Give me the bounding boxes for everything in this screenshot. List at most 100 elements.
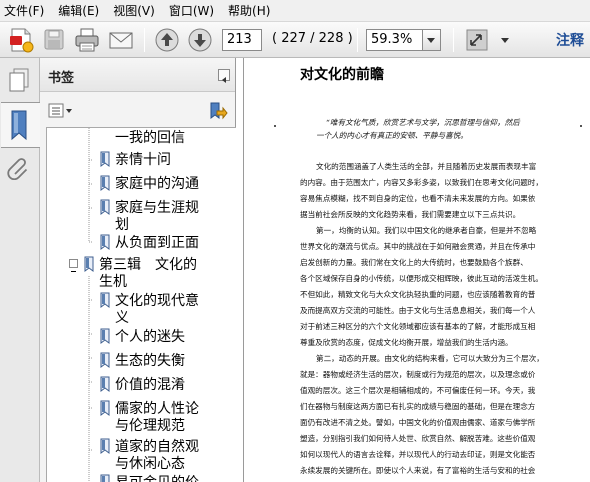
body-text-line: 不但如此，精致文化与大众文化执轻执重的问题，也应该随着教育的普	[300, 290, 536, 299]
page-number-input[interactable]: 213	[222, 29, 262, 51]
body-text-line: 如何以现代人的语言去诠释，并以现代人的行动去印证，则是文化能否	[300, 450, 536, 459]
bookmark-icon	[100, 199, 110, 215]
bookmark-icon	[100, 438, 110, 454]
body-text-line: 值观的层次。这三个层次是相辅相成的，不可偏废任何一环。今天，我	[300, 386, 536, 395]
body-text-line: 第二，动态的开展。由文化的结构来看，它可以大致分为三个层次，	[316, 354, 544, 363]
bookmark-item-label[interactable]: 生态的失衡	[115, 352, 185, 370]
body-text-line: 的内容。由于范围太广，内容又多彩多姿，以致我们在思考文化问题时，	[300, 178, 543, 187]
expand-bookmark-button[interactable]	[206, 101, 228, 121]
bookmark-icon	[100, 292, 110, 308]
bookmark-item-label-cont[interactable]: 义	[115, 309, 129, 327]
body-text-line: 各个区域保存自身的小传统，以便形成交相辉映，彼此互动的活泼生机。	[300, 274, 543, 283]
epigraph-line: 一个人的内心才有真正的安顿、平静与喜悦。	[316, 131, 468, 140]
bookmark-icon	[100, 175, 110, 191]
collapse-toggle[interactable]	[69, 259, 78, 272]
bookmark-icon	[100, 376, 110, 392]
bookmark-item-label-cont[interactable]: 划	[115, 216, 129, 234]
bookmark-item-label[interactable]: 家庭中的沟通	[115, 175, 199, 193]
menu-window[interactable]: 窗口(W)	[169, 2, 214, 19]
body-text-line: 就是：器物或经济生活的层次，制度或行为规范的层次，以及理念或价	[300, 370, 536, 379]
save-disk-icon	[44, 29, 64, 50]
bookmark-section-label[interactable]: 第三辑 文化的	[99, 256, 197, 274]
body-text-line: 启发创新的力量。我们常在文化上的大传统时，也要鼓励各个族群、	[300, 258, 528, 267]
envelope-icon	[109, 32, 133, 49]
body-text-line: 及而提高双方交流的可能性。由于文化与生活息息相关，我们每一个人	[300, 306, 536, 315]
chevron-left-icon	[222, 77, 226, 83]
bookmark-item-label[interactable]: 价值的混淆	[115, 376, 185, 394]
toolbar-separator	[357, 28, 358, 52]
bookmark-arrow-icon	[210, 102, 228, 120]
pdf-reader-window: 文件(F) 编辑(E) 视图(V) 窗口(W) 帮助(H) 213 (227 …	[0, 0, 590, 482]
menu-file[interactable]: 文件(F)	[4, 2, 44, 19]
bookmarks-panel-title: 书签	[48, 71, 75, 86]
next-page-button[interactable]	[186, 26, 214, 54]
save-button[interactable]	[40, 26, 68, 54]
document-view[interactable]: 对文化的前瞻 “唯有文化气质，欣赏艺术与文学，沉思哲理与信仰，然后 一个人的内心…	[236, 58, 590, 482]
chevron-down-icon	[427, 38, 435, 43]
body-text-line: 们在器物与制度这两方面已有扎实的成绩与稳固的基础，但是在理念方	[300, 402, 536, 411]
attachments-panel-button[interactable]	[6, 154, 32, 181]
toolbar-more-button[interactable]	[498, 26, 512, 54]
toolbar-separator	[144, 28, 145, 52]
zoom-dropdown-button[interactable]	[423, 29, 441, 51]
ornament-dot	[580, 125, 582, 127]
ornament-dot	[274, 125, 276, 127]
body-text-line: 面仍有改进不清之处。譬如，中国文化的价值观由儒家、道家与佛学所	[300, 418, 536, 427]
bookmark-item-label[interactable]: 道家的自然观	[115, 438, 199, 456]
fit-arrows-icon	[466, 29, 488, 51]
arrow-down-circle-icon	[188, 28, 212, 52]
menu-view[interactable]: 视图(V)	[113, 2, 155, 19]
email-button[interactable]	[106, 26, 136, 54]
menu-edit[interactable]: 编辑(E)	[58, 2, 99, 19]
bookmarks-panel-header: 书签	[40, 58, 235, 92]
body-text-line: 塑造，分别指引我们如何待人处世、欣赏自然、解脱苦难。这些价值观	[300, 434, 536, 443]
bookmark-icon	[100, 474, 110, 482]
bookmark-icon	[100, 328, 110, 344]
body-text-line: 永续发展的关键所在。即使以个人来说，有了富裕的生活与安和的社会	[300, 466, 536, 475]
bookmark-icon	[100, 352, 110, 368]
bookmark-icon	[84, 256, 94, 272]
pages-panel-button[interactable]	[6, 66, 32, 94]
bookmark-item-label[interactable]: 从负面到正面	[115, 234, 199, 252]
navigation-strip	[0, 58, 40, 482]
comment-tab[interactable]: 注释	[556, 30, 584, 50]
print-button[interactable]	[72, 26, 102, 54]
paperclip-icon	[7, 158, 28, 181]
body-text-line: 世界文化的潮流与优点。其中的挑战在于如何融会贯通，并且在传承中	[300, 242, 536, 251]
toolbar: 213 ( 227 / 228 ) 59.3% 注释	[0, 22, 590, 58]
arrow-up-circle-icon	[155, 28, 179, 52]
bookmark-options-button[interactable]	[48, 102, 74, 120]
bookmark-tree: 一我的回信 亲情十问 家庭中的沟通 家庭与生涯规 划 从负面到正面 第三辑 文化…	[46, 127, 236, 482]
options-list-icon	[48, 103, 72, 118]
document-page: 对文化的前瞻 “唯有文化气质，欣赏艺术与文学，沉思哲理与信仰，然后 一个人的内心…	[243, 58, 590, 482]
previous-page-button[interactable]	[153, 26, 181, 54]
bookmarks-panel-button[interactable]	[1, 102, 40, 148]
bookmark-section-label-cont[interactable]: 生机	[99, 273, 127, 291]
bookmark-icon	[100, 234, 110, 250]
bookmark-item-label[interactable]: 儒家的人性论	[115, 400, 199, 418]
bookmark-item-label-cont[interactable]: 与伦理规范	[115, 417, 185, 435]
bookmark-item-label[interactable]: 亲情十问	[115, 151, 171, 169]
bookmark-item-label[interactable]: 个人的迷失	[115, 328, 185, 346]
bookmarks-panel: 书签 一我的回信 亲情十问 家庭中的沟通 家庭与生涯规 划 从负面到正面 第三辑…	[40, 58, 236, 482]
zoom-level-input[interactable]: 59.3%	[366, 29, 423, 51]
bookmark-item-label-cont[interactable]: 与休闲心态	[115, 455, 185, 473]
caret-down-icon	[501, 38, 509, 43]
epigraph-line: “唯有文化气质，欣赏艺术与文学，沉思哲理与信仰，然后	[326, 118, 520, 127]
bookmark-item-label[interactable]: 文化的现代意	[115, 292, 199, 310]
body-text-line: 第一，均衡的认知。我们以中国文化的继承者自豪，但是并不忽略	[316, 226, 537, 235]
collapse-panel-button[interactable]	[218, 69, 230, 83]
bookmark-ribbon-icon	[11, 110, 27, 141]
bookmark-item-label[interactable]: 家庭与生涯规	[115, 199, 199, 217]
create-pdf-button[interactable]	[6, 26, 36, 54]
menu-help[interactable]: 帮助(H)	[228, 2, 270, 19]
fit-page-button[interactable]	[462, 26, 492, 54]
body-text-line: 对于前述三种区分的六个文化领域都应该有基本的了解，才能形成互相	[300, 322, 536, 331]
bookmark-icon	[100, 400, 110, 416]
printer-icon	[75, 28, 99, 52]
bookmark-item-label[interactable]: 一我的回信	[115, 129, 185, 147]
bookmark-item-label[interactable]: 易可金贝的价	[115, 474, 199, 482]
chapter-title: 对文化的前瞻	[300, 67, 384, 83]
body-text-line: 文化的范围涵盖了人类生活的全部，并且随着历史发展而表现丰富	[316, 162, 537, 171]
bookmark-icon	[100, 151, 110, 167]
